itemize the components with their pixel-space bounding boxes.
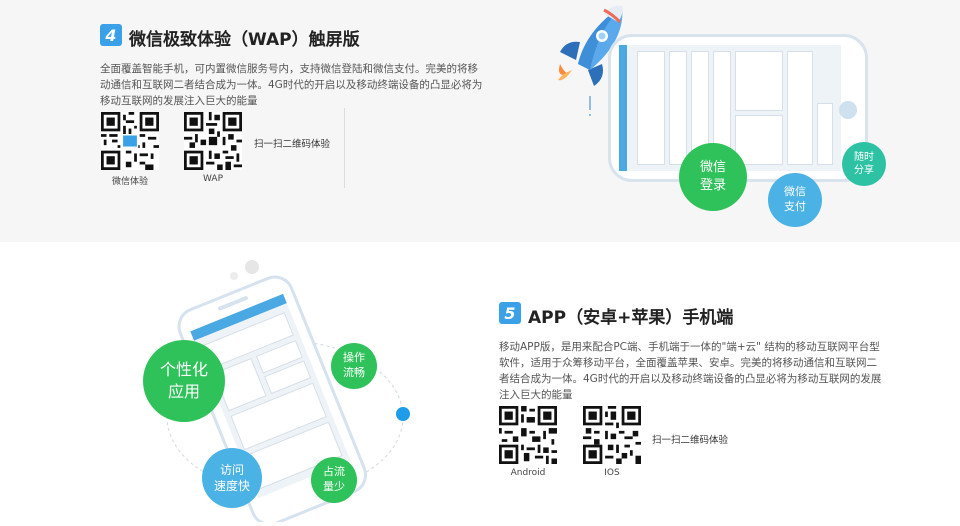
smooth-operation-bubble: 操作 流畅 [331,343,377,389]
share-anytime-bubble: 随时 分享 [842,142,886,186]
qr-code-icon [101,112,159,170]
wechat-pay-bubble: 微信 支付 [768,173,822,227]
wap-desc-line: 全面覆盖智能手机，可内置微信服务号内，支持微信登陆和微信支付。完美的将移 [100,63,478,75]
ios-qr-caption: IOS [604,468,620,478]
scan-qr-hint: 扫一扫二维码体验 [652,435,729,446]
app-section-title: APP（安卓+苹果）手机端 [528,308,734,328]
scan-qr-hint: 扫一扫二维码体验 [254,139,331,150]
wechat-qr-code [101,112,159,170]
qr-code-icon [184,112,242,170]
android-qr-code [499,406,557,464]
wap-desc-line: 动通信和互联网二者结合成为一体。4G时代的开启以及移动终端设备的凸显必将为 [100,79,483,91]
bubble-text: 随时 [854,151,874,163]
ios-qr-code [583,406,641,464]
bubble-text: 微信 [699,160,726,176]
bubble-text: 流畅 [343,366,365,379]
bubble-text: 占流 [323,465,345,479]
wechat-login-bubble: 微信 登录 [679,143,747,211]
screen-column [787,51,813,165]
phone-home-button [839,101,857,119]
screen-column [637,51,665,165]
wechat-qr-caption: 微信体验 [111,177,148,187]
rocket-trail-mark [589,96,591,110]
low-data-bubble: 占流 量少 [311,457,357,503]
rocket-trail-dot [589,114,591,116]
screen-column [735,115,783,165]
bubble-text: 分享 [854,165,874,176]
app-desc-line: 者结合成为一体。4G时代的开启以及移动终端设备的凸显必将为移动互联网的发展 [499,373,882,385]
screen-column [735,51,783,111]
qr-code-icon [499,406,557,464]
bubble-text: 速度快 [213,479,250,493]
bubble-text: 访问 [219,462,244,477]
wap-section: 4 微信极致体验（WAP）触屏版 全面覆盖智能手机，可内置微信服务号内，支持微信… [0,0,960,242]
qr-code-icon [583,406,641,464]
bubble-text: 个性化 [159,360,208,380]
bubble-text: 操作 [343,351,365,365]
screen-column [817,103,833,165]
app-desc-line: 注入巨大的能量 [499,389,573,401]
section-number-badge: 4 [100,24,122,46]
android-qr-caption: Android [510,468,546,478]
divider [344,108,345,188]
app-section-desc: 移动APP版，是用来配合PC端、手机端于一体的"端+云" 结构的移动互联网平台型… [499,339,899,403]
bubble-text: 微信 [784,185,806,199]
orbit-dot [396,407,410,421]
wap-section-title: 微信极致体验（WAP）触屏版 [129,30,360,50]
wap-desc-line: 移动互联网的发展注入巨大的能量 [100,95,258,107]
bubble-text: 登录 [699,178,726,193]
app-desc-line: 移动APP版，是用来配合PC端、手机端于一体的"端+云" 结构的移动互联网平台型 [499,341,880,353]
wap-qr-code [184,112,242,170]
bubble-text: 应用 [167,382,200,401]
fast-access-bubble: 访问 速度快 [202,448,262,508]
section-number-badge: 5 [499,302,521,324]
personalized-app-bubble: 个性化 应用 [143,340,225,422]
app-desc-line: 软件，适用于众筹移动平台，全面覆盖苹果、安卓。完美的将移动通信和互联网二 [499,357,877,369]
bubble-text: 支付 [784,200,806,213]
wap-section-desc: 全面覆盖智能手机，可内置微信服务号内，支持微信登陆和微信支付。完美的将移 动通信… [100,61,500,109]
app-section: 个性化 应用 操作 流畅 访问 速度快 占流 量少 5 APP（安卓+苹果）手机… [0,242,960,526]
screen-column [669,51,687,165]
wap-qr-caption: WAP [203,174,223,184]
bubble-text: 量少 [323,480,345,493]
